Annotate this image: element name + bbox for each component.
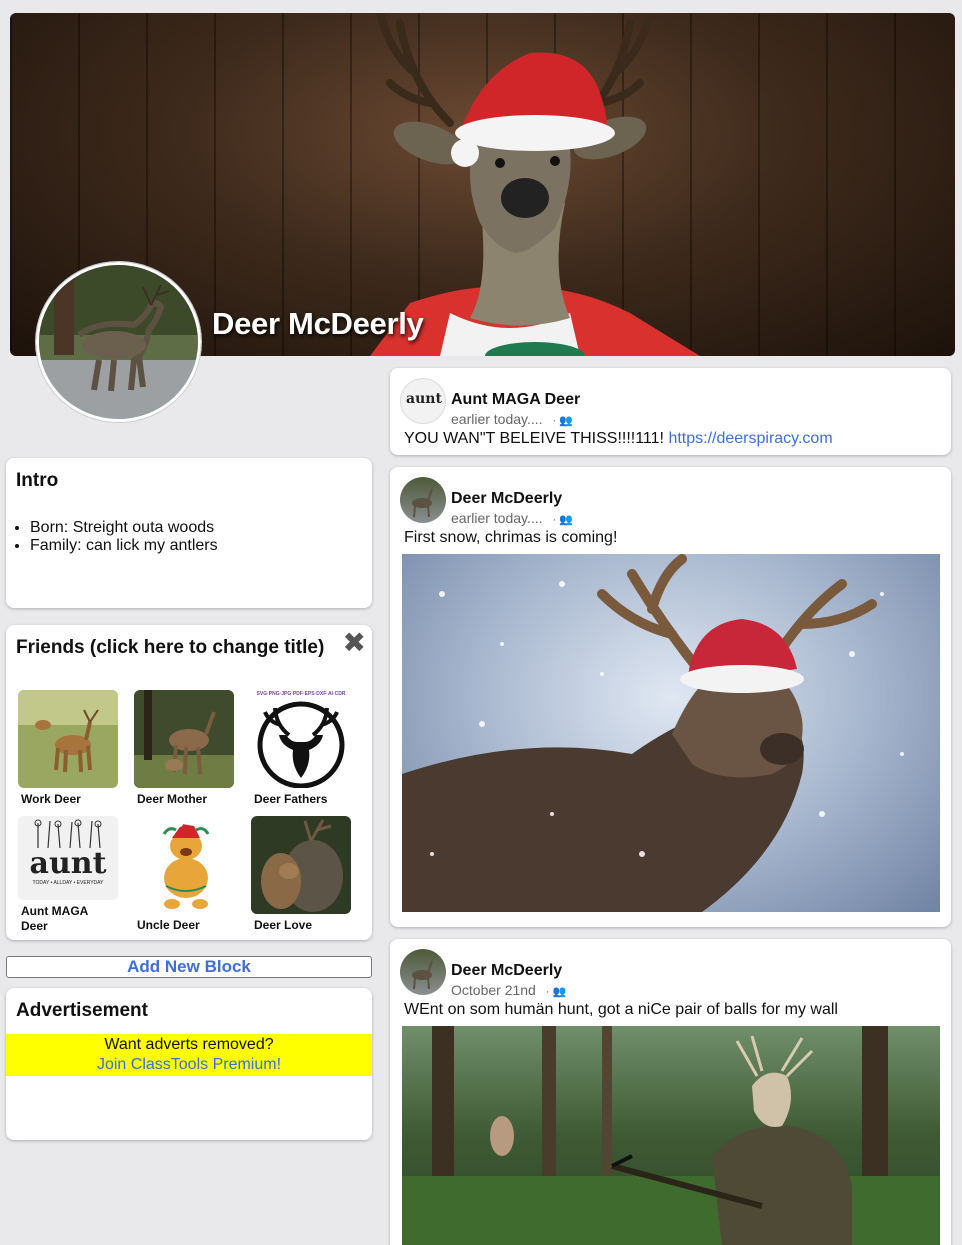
friend-name: Deer Love	[254, 918, 313, 932]
post-timestamp: earlier today.... · 👥	[451, 411, 573, 427]
friend-photo	[134, 690, 234, 788]
aunt-logo-sub: TODAY • ALLDAY • EVERYDAY	[32, 880, 104, 886]
avatar-deer-image	[39, 265, 198, 419]
friends-card: Friends (click here to change title) ✖ W…	[6, 625, 372, 940]
close-icon[interactable]: ✖	[343, 629, 366, 657]
intro-item-born: Born: Streight outa woods	[30, 519, 218, 537]
aunt-logo-text: aunt	[29, 846, 107, 881]
post-author-name[interactable]: Aunt MAGA Deer	[451, 391, 580, 409]
post-link[interactable]: https://deerspiracy.com	[668, 430, 832, 447]
add-new-block-button[interactable]: Add New Block	[6, 956, 372, 978]
post-author-name[interactable]: Deer McDeerly	[451, 962, 562, 980]
post-text: WEnt on som humän hunt, got a niCe pair …	[404, 1001, 838, 1018]
avatar-logo-text: aunt	[406, 391, 442, 407]
post-image-forest-hunt[interactable]	[402, 1026, 940, 1245]
premium-link[interactable]: Join ClassTools Premium!	[97, 1056, 281, 1073]
advert-banner: Want adverts removed? Join ClassTools Pr…	[6, 1034, 372, 1076]
friends-privacy-icon[interactable]: · 👥	[546, 986, 566, 998]
intro-title[interactable]: Intro	[16, 470, 58, 492]
post-image-snow-deer[interactable]	[402, 554, 940, 912]
friends-privacy-icon[interactable]: · 👥	[552, 514, 572, 526]
post-timestamp: earlier today.... · 👥	[451, 510, 573, 526]
friend-uncle-deer[interactable]: Uncle Deer	[134, 816, 236, 933]
friend-deer-love[interactable]: Deer Love	[251, 816, 353, 933]
friend-deer-mother[interactable]: Deer Mother	[134, 690, 236, 807]
post-timestamp: October 21nd · 👥	[451, 982, 566, 998]
post-time-text: earlier today....	[451, 510, 543, 526]
advert-title: Advertisement	[16, 1000, 148, 1021]
friend-name: Work Deer	[21, 792, 81, 806]
friend-name: Uncle Deer	[137, 918, 200, 932]
post-time-text: earlier today....	[451, 411, 543, 427]
post-card: aunt Aunt MAGA Deer earlier today.... · …	[390, 368, 951, 455]
post-text: YOU WAN"T BELEIVE THISS!!!!111! https://…	[404, 430, 833, 448]
post-body: YOU WAN"T BELEIVE THISS!!!!111!	[404, 430, 669, 447]
friend-aunt-maga-deer[interactable]: aunt TODAY • ALLDAY • EVERYDAY Aunt MAGA…	[18, 816, 120, 934]
post-author-avatar[interactable]: aunt	[400, 378, 446, 424]
post-author-name[interactable]: Deer McDeerly	[451, 490, 562, 508]
friends-title[interactable]: Friends (click here to change title)	[16, 637, 324, 659]
advertisement-card: Advertisement Want adverts removed? Join…	[6, 988, 372, 1140]
friend-photo	[134, 816, 234, 914]
friend-name: Deer Fathers	[254, 792, 328, 806]
intro-card: Intro Born: Streight outa woods Family: …	[6, 458, 372, 608]
post-author-avatar[interactable]	[400, 477, 446, 523]
friend-photo: aunt TODAY • ALLDAY • EVERYDAY	[18, 816, 118, 900]
post-time-text: October 21nd	[451, 982, 536, 998]
intro-item-family: Family: can lick my antlers	[30, 537, 218, 555]
friend-photo	[18, 690, 118, 788]
friend-name: Aunt MAGA Deer	[21, 904, 88, 933]
post-card: Deer McDeerly earlier today.... · 👥 Firs…	[390, 467, 951, 927]
profile-name[interactable]: Deer McDeerly	[212, 306, 424, 342]
friend-name: Deer Mother	[137, 792, 208, 806]
post-text: First snow, chrimas is coming!	[404, 529, 618, 546]
friend-photo	[251, 816, 351, 914]
friend-deer-fathers[interactable]: SVG·PNG·JPG·PDF·EPS·DXF·AI·CDR Deer Fath…	[251, 690, 353, 807]
profile-avatar[interactable]	[36, 262, 201, 422]
friend-work-deer[interactable]: Work Deer	[18, 690, 120, 807]
friend-photo: SVG·PNG·JPG·PDF·EPS·DXF·AI·CDR	[251, 690, 351, 788]
advert-line: Want adverts removed?	[104, 1036, 274, 1053]
post-author-avatar[interactable]	[400, 949, 446, 995]
friends-privacy-icon[interactable]: · 👥	[552, 415, 572, 427]
post-card: Deer McDeerly October 21nd · 👥 WEnt on s…	[390, 939, 951, 1245]
intro-list[interactable]: Born: Streight outa woods Family: can li…	[30, 519, 218, 555]
